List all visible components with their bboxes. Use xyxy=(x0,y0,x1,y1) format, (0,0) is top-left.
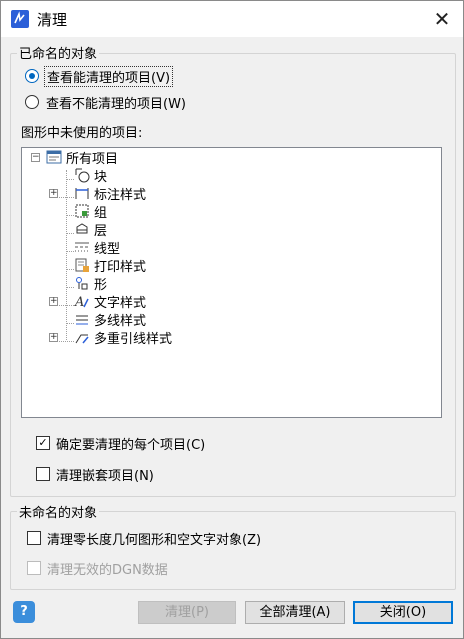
purge-all-button[interactable]: 全部清理(A) xyxy=(245,601,345,624)
expand-mleader-icon[interactable]: + xyxy=(49,333,58,342)
layer-icon xyxy=(76,223,88,234)
text-style-icon: A xyxy=(74,295,89,309)
unnamed-objects-group xyxy=(10,511,456,590)
linetype-icon xyxy=(75,242,89,252)
tree-item-label: 多线样式 xyxy=(94,313,147,329)
tree-item-mleader-style[interactable]: 多重引线样式 xyxy=(74,328,173,347)
radio-selected-icon xyxy=(25,69,39,83)
purge-nested-checkbox[interactable]: 清理嵌套项目(N) xyxy=(36,465,154,484)
tree-item-block[interactable]: 块 xyxy=(74,166,108,185)
group-icon xyxy=(75,204,89,218)
window-title: 清理 xyxy=(37,11,68,29)
app-icon xyxy=(11,10,29,28)
plot-style-icon xyxy=(75,258,89,272)
tree-item-label: 标注样式 xyxy=(94,187,147,203)
tree-item-label: 层 xyxy=(94,223,108,239)
close-button[interactable]: 关闭(O) xyxy=(353,601,453,624)
tree-item-label: 文字样式 xyxy=(94,295,147,311)
confirm-each-item-checkbox[interactable]: ✓ 确定要清理的每个项目(C) xyxy=(36,434,206,453)
collapse-root-icon[interactable]: − xyxy=(31,153,40,162)
tree-item-label: 组 xyxy=(94,205,108,221)
radio-view-unpurgeable[interactable]: 查看不能清理的项目(W) xyxy=(25,93,186,112)
tree-item-mline-style[interactable]: 多线样式 xyxy=(74,310,147,329)
purge-nested-label: 清理嵌套项目(N) xyxy=(56,468,154,484)
tree-heading: 图形中未使用的项目: xyxy=(21,126,143,141)
tree-item-label: 打印样式 xyxy=(94,259,147,275)
expand-dimstyle-icon[interactable]: + xyxy=(49,189,58,198)
tree-item-root[interactable]: 所有项目 xyxy=(46,148,119,167)
close-window-button[interactable]: ✕ xyxy=(427,5,457,33)
purge-dgn-label: 清理无效的DGN数据 xyxy=(47,562,168,578)
tree-item-label: 所有项目 xyxy=(66,151,119,167)
svg-text:A: A xyxy=(74,295,84,309)
all-items-icon xyxy=(46,150,62,164)
checkbox-disabled-icon xyxy=(27,561,41,575)
tree-item-linetype[interactable]: 线型 xyxy=(74,238,121,257)
checkbox-checked-icon: ✓ xyxy=(36,436,50,450)
purge-dialog: 清理 ✕ 已命名的对象 查看能清理的项目(V) 查看不能清理的项目(W) 图形中… xyxy=(0,0,464,639)
purge-dgn-checkbox: 清理无效的DGN数据 xyxy=(27,559,168,578)
dimension-style-icon xyxy=(75,188,89,199)
tree-item-dimension-style[interactable]: 标注样式 xyxy=(74,184,147,203)
mline-style-icon xyxy=(76,315,88,325)
purge-zero-length-label: 清理零长度几何图形和空文字对象(Z) xyxy=(47,532,262,548)
title-bar: 清理 ✕ xyxy=(1,1,463,37)
shape-icon xyxy=(76,277,88,290)
radio-unselected-icon xyxy=(25,95,39,109)
purge-zero-length-checkbox[interactable]: 清理零长度几何图形和空文字对象(Z) xyxy=(27,529,262,548)
tree-item-label: 形 xyxy=(94,277,108,293)
radio-view-unpurgeable-label: 查看不能清理的项目(W) xyxy=(46,96,186,112)
tree-item-layer[interactable]: 层 xyxy=(74,220,108,239)
block-icon xyxy=(75,168,90,183)
checkbox-unchecked-icon xyxy=(27,531,41,545)
tree-item-shape[interactable]: 形 xyxy=(74,274,108,293)
tree-item-label: 线型 xyxy=(94,241,121,257)
radio-view-purgeable[interactable]: 查看能清理的项目(V) xyxy=(25,65,174,87)
unnamed-objects-label: 未命名的对象 xyxy=(17,502,100,521)
expand-textstyle-icon[interactable]: + xyxy=(49,297,58,306)
help-icon[interactable]: ? xyxy=(13,601,35,623)
named-objects-label: 已命名的对象 xyxy=(17,43,100,62)
confirm-each-item-label: 确定要清理的每个项目(C) xyxy=(56,437,206,453)
purge-button[interactable]: 清理(P) xyxy=(138,601,236,624)
unused-items-tree[interactable]: − 所有项目 块 + 标注样式 组 层 线型 打印样式 形 + A 文字样式 多… xyxy=(21,147,442,418)
tree-item-text-style[interactable]: A 文字样式 xyxy=(74,292,147,311)
tree-item-label: 块 xyxy=(94,169,108,185)
mleader-style-icon xyxy=(75,334,89,344)
tree-item-group[interactable]: 组 xyxy=(74,202,108,221)
tree-item-plot-style[interactable]: 打印样式 xyxy=(74,256,147,275)
radio-view-purgeable-label: 查看能清理的项目(V) xyxy=(44,65,174,87)
tree-item-label: 多重引线样式 xyxy=(94,331,173,347)
checkbox-unchecked-icon xyxy=(36,467,50,481)
